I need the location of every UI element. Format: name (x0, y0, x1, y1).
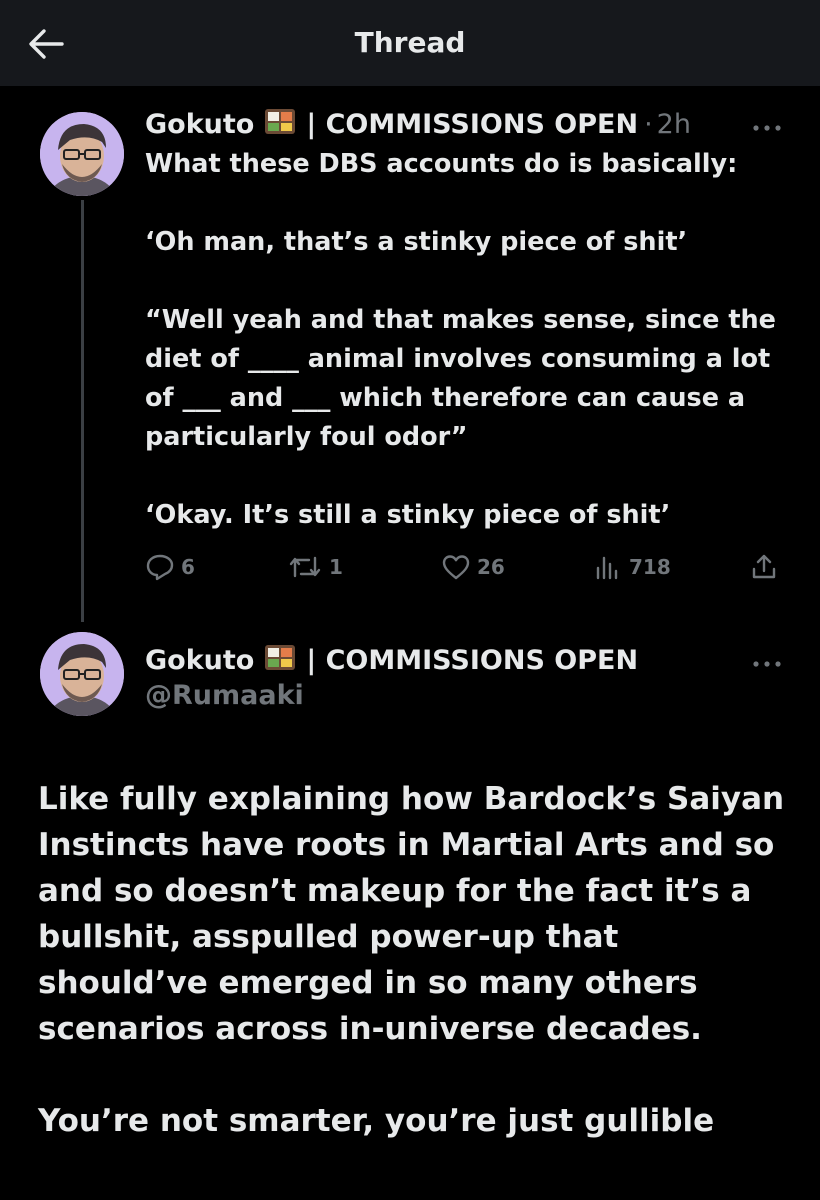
main-tweet-text: Like fully explaining how Bardock’s Saiy… (38, 781, 785, 1139)
bento-box-icon (264, 642, 296, 679)
parent-tweet-text: What these DBS accounts do is basically:… (145, 149, 776, 530)
reply-count: 6 (181, 555, 195, 579)
view-count: 718 (629, 555, 671, 579)
thread-connector-line (81, 200, 84, 622)
avatar[interactable] (40, 112, 124, 196)
bento-box-icon (264, 106, 296, 143)
avatar[interactable] (40, 632, 124, 716)
reply-button[interactable]: 6 (145, 552, 195, 582)
display-name[interactable]: Gokuto (145, 645, 254, 676)
views-button[interactable]: 718 (593, 552, 671, 582)
repost-button[interactable]: 1 (287, 552, 343, 582)
name-suffix: | COMMISSIONS OPEN (306, 109, 639, 140)
timestamp[interactable]: 2h (657, 109, 691, 140)
tweet-actions: 6 1 26 718 (145, 552, 785, 586)
user-handle[interactable]: @Rumaaki (145, 680, 304, 711)
views-icon (596, 556, 618, 580)
share-icon (752, 554, 776, 579)
separator-dot: · (644, 109, 653, 140)
parent-tweet-author-row: Gokuto | COMMISSIONS OPEN · 2h (145, 106, 691, 143)
repost-icon (289, 556, 321, 578)
like-button[interactable]: 26 (441, 552, 505, 582)
display-name[interactable]: Gokuto (145, 109, 254, 140)
reply-icon (146, 554, 174, 581)
more-options-icon[interactable] (752, 654, 782, 667)
like-count: 26 (477, 555, 505, 579)
heart-icon (442, 555, 470, 580)
page-title: Thread (354, 26, 466, 59)
name-suffix: | COMMISSIONS OPEN (306, 645, 639, 676)
main-tweet-author-row: Gokuto | COMMISSIONS OPEN (145, 642, 638, 679)
repost-count: 1 (329, 555, 343, 579)
share-button[interactable] (749, 552, 785, 582)
more-options-icon[interactable] (752, 118, 782, 131)
top-bar: Thread (0, 0, 820, 86)
